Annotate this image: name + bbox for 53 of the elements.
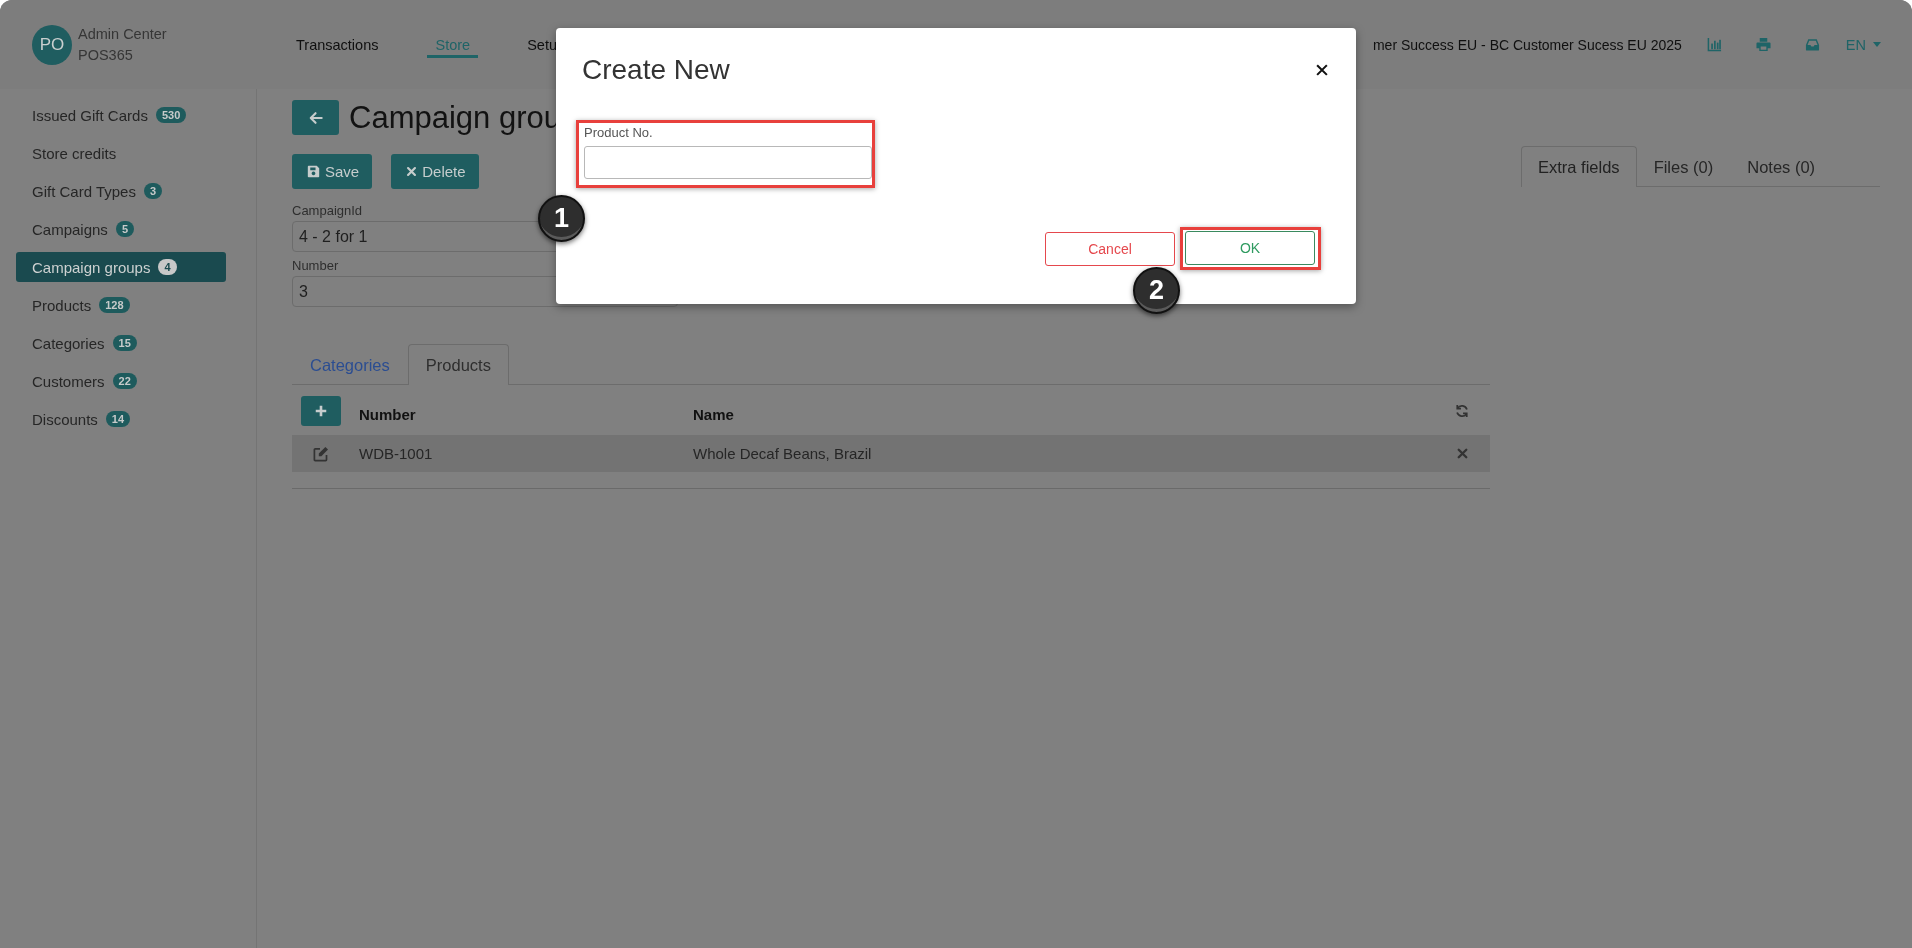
delete-button[interactable]: Delete bbox=[391, 154, 479, 189]
sidebar-item[interactable]: Campaign groups 4 bbox=[16, 252, 226, 282]
x-icon bbox=[406, 166, 418, 177]
plus-icon bbox=[314, 403, 328, 418]
sidebar-item[interactable]: Issued Gift Cards 530 bbox=[16, 100, 226, 130]
count-badge: 530 bbox=[155, 107, 187, 123]
step-marker: 2 bbox=[1133, 267, 1180, 314]
caret-icon bbox=[1873, 42, 1881, 47]
add-button[interactable] bbox=[301, 395, 341, 426]
sidebar-item[interactable]: Campaigns 5 bbox=[16, 214, 226, 244]
table-cell: WDB-1001 bbox=[359, 444, 433, 462]
tab[interactable]: Extra fields bbox=[1521, 146, 1637, 187]
sidebar-item[interactable]: Discounts 14 bbox=[16, 404, 226, 434]
save-button[interactable]: Save bbox=[292, 154, 373, 189]
count-badge: 15 bbox=[112, 335, 137, 351]
count-badge: 3 bbox=[143, 183, 163, 199]
count-badge: 4 bbox=[158, 259, 177, 275]
edit-icon[interactable] bbox=[313, 445, 329, 462]
tab[interactable]: Files (0) bbox=[1636, 146, 1731, 187]
column-header: Name bbox=[693, 405, 734, 423]
avatar: PO bbox=[32, 24, 72, 65]
nav-tab[interactable]: Transactions bbox=[288, 35, 387, 58]
field-label: Number bbox=[292, 258, 339, 274]
cancel-button[interactable]: Cancel bbox=[1045, 231, 1175, 266]
app-title: Admin Center bbox=[78, 26, 167, 42]
ok-button[interactable]: OK bbox=[1185, 231, 1315, 265]
printer-icon[interactable] bbox=[1755, 37, 1771, 52]
count-badge: 22 bbox=[112, 373, 137, 389]
sidebar-item[interactable]: Categories 15 bbox=[16, 328, 226, 358]
sidebar-item[interactable]: Store credits bbox=[16, 138, 226, 168]
arrow-left-icon bbox=[308, 110, 323, 125]
bar-chart-icon[interactable] bbox=[1706, 37, 1722, 52]
count-badge: 5 bbox=[115, 221, 134, 237]
tab[interactable]: Notes (0) bbox=[1730, 146, 1833, 187]
field-label: CampaignId bbox=[292, 203, 363, 219]
count-badge: 14 bbox=[105, 411, 131, 427]
sidebar-item[interactable]: Gift Card Types 3 bbox=[16, 176, 226, 206]
tab[interactable]: Products bbox=[407, 344, 509, 385]
dialog-title: Create New bbox=[582, 53, 730, 87]
column-header: Number bbox=[359, 405, 416, 423]
field-label: Product No. bbox=[584, 125, 653, 141]
product-number-field[interactable] bbox=[584, 146, 872, 179]
count-badge: 128 bbox=[99, 297, 130, 313]
sidebar-item[interactable]: Products 128 bbox=[16, 290, 226, 320]
organization-name: mer Success EU - BC Customer Sucess EU 2025 bbox=[1372, 36, 1682, 53]
close-icon[interactable] bbox=[1316, 64, 1328, 76]
sidebar-item[interactable]: Customers 22 bbox=[16, 366, 226, 396]
refresh-icon[interactable] bbox=[1455, 403, 1469, 418]
inbox-icon[interactable] bbox=[1804, 37, 1820, 52]
table-cell: Whole Decaf Beans, Brazil bbox=[693, 444, 872, 462]
x-icon[interactable] bbox=[1456, 448, 1468, 459]
back-button[interactable] bbox=[292, 100, 339, 135]
app-subtitle: POS365 bbox=[78, 47, 134, 63]
